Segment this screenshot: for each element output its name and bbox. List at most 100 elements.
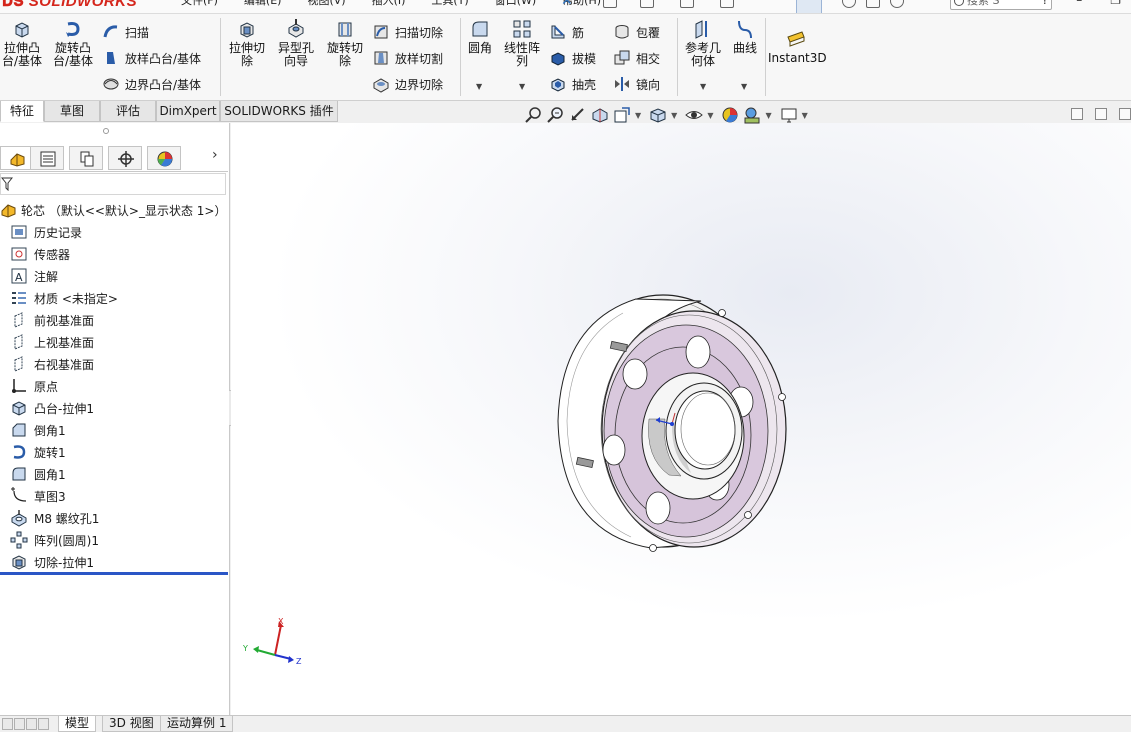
linear-pattern-button[interactable]: 线性阵 列 [500,18,544,68]
menu-view[interactable]: 视图(V) [294,0,358,8]
sweep-button[interactable]: 扫描 [102,22,149,42]
restore-button[interactable]: ❐ [1110,0,1121,7]
boundary-boss-button[interactable]: 边界凸台/基体 [102,74,201,94]
tab-evaluate[interactable]: 评估 [100,101,156,122]
tab-3d-view[interactable]: 3D 视图 [102,716,161,732]
tree-item-sketch3[interactable]: 草图3 [10,485,118,507]
draft-button[interactable]: 拔模 [549,48,596,68]
hide-show-dropdown-icon[interactable]: ▼ [707,111,713,120]
tree-item-m8-tapped-hole1[interactable]: M8 螺纹孔1 [10,507,118,529]
tree-root-part[interactable]: 轮芯 （默认<<默认>_显示状态 1>） [0,201,226,219]
view-orientation-icon[interactable] [649,106,667,124]
revolve-cut-button[interactable]: 旋转切 除 [322,18,368,68]
print-icon[interactable] [720,0,734,8]
fillet-button[interactable]: 圆角 [464,18,496,55]
tree-item-annotations[interactable]: A 注解 [10,265,118,287]
tree-item-top-plane[interactable]: 上视基准面 [10,331,118,353]
viewport-forward-icon[interactable] [1095,108,1107,120]
prev-tab-icon[interactable] [14,718,25,730]
menu-tools[interactable]: 工具(T) [418,0,481,8]
edit-appearance-icon[interactable] [721,106,739,124]
save-icon[interactable] [680,0,694,8]
boundary-cut-button[interactable]: 边界切除 [372,74,443,94]
lofted-cut-button[interactable]: 放样切割 [372,48,443,68]
last-tab-icon[interactable] [38,718,49,730]
previous-view-icon[interactable] [569,106,587,124]
loft-boss-button[interactable]: 放样凸台/基体 [102,48,201,68]
reference-dropdown-icon[interactable]: ▼ [700,82,706,91]
tab-configuration-manager[interactable] [69,146,103,170]
tab-sketch[interactable]: 草图 [44,101,100,122]
tree-item-material[interactable]: 材质 <未指定> [10,287,118,309]
rib-button[interactable]: 筋 [549,22,584,42]
tree-item-front-plane[interactable]: 前视基准面 [10,309,118,331]
extrude-boss-button[interactable]: 拉伸凸 台/基体 [0,18,44,68]
scene-dropdown-icon[interactable]: ▼ [765,111,771,120]
tab-solidworks-addins[interactable]: SOLIDWORKS 插件 [220,101,338,122]
menu-window[interactable]: 窗口(W) [482,0,549,8]
tree-item-right-plane[interactable]: 右视基准面 [10,353,118,375]
pane-grip-icon[interactable] [103,128,109,134]
first-tab-icon[interactable] [2,718,13,730]
tree-item-fillet1[interactable]: 圆角1 [10,463,118,485]
tab-display-manager[interactable] [147,146,181,170]
view-settings-icon[interactable] [780,106,798,124]
view-settings-dropdown-icon[interactable]: ▼ [802,111,808,120]
curves-button[interactable]: 曲线 [730,18,760,55]
tab-model[interactable]: 模型 [58,716,97,732]
mirror-button[interactable]: 镜向 [613,74,660,94]
next-tab-icon[interactable] [26,718,37,730]
curves-dropdown-icon[interactable]: ▼ [741,82,747,91]
solidworks-logo[interactable]: 𝐃𝐒 SOLIDWORKS [2,0,137,13]
tab-dimxpert-manager[interactable] [108,146,142,170]
view-orientation-dropdown-icon[interactable]: ▼ [635,111,641,120]
section-view-icon[interactable] [591,106,609,124]
chevron-right-icon[interactable]: › [212,147,218,163]
tab-property-manager[interactable] [30,146,64,170]
menu-file[interactable]: 文件(F) [168,0,231,8]
apply-scene-icon[interactable] [743,106,761,124]
swept-cut-button[interactable]: 扫描切除 [372,22,443,42]
hide-show-items-icon[interactable] [685,106,704,124]
wrap-button[interactable]: 包覆 [613,22,660,42]
options-gear-icon[interactable] [890,0,904,8]
part-model[interactable] [231,123,1131,715]
display-style-dropdown-icon[interactable]: ▼ [671,111,677,120]
tab-dimxpert[interactable]: DimXpert [156,101,220,122]
hole-wizard-button[interactable]: 异型孔 向导 [273,18,319,68]
dynamic-annotation-icon[interactable] [613,106,631,124]
select-tool-button[interactable] [796,0,822,13]
shell-button[interactable]: 抽壳 [549,74,596,94]
feature-filter-input[interactable] [0,173,226,195]
help-icon[interactable]: ? [1042,0,1048,7]
pin-icon[interactable]: ✕ [561,0,573,8]
intersect-button[interactable]: 相交 [613,48,660,68]
fillet-dropdown-icon[interactable]: ▼ [476,82,482,91]
viewport-back-icon[interactable] [1071,108,1083,120]
tree-item-circular-pattern1[interactable]: 阵列(圆周)1 [10,529,118,551]
tree-item-boss-extrude1[interactable]: 凸台-拉伸1 [10,397,118,419]
tree-item-history[interactable]: 历史记录 [10,221,118,243]
pattern-dropdown-icon[interactable]: ▼ [519,82,525,91]
rebuild-icon[interactable] [842,0,856,8]
new-document-icon[interactable] [603,0,617,8]
rollback-bar[interactable] [0,572,228,575]
open-icon[interactable] [640,0,654,8]
tree-item-origin[interactable]: 原点 [10,375,118,397]
tree-item-cut-extrude1[interactable]: 切除-拉伸1 [10,551,118,573]
tree-item-revolve1[interactable]: 旋转1 [10,441,118,463]
minimize-button[interactable]: – [1076,0,1082,7]
graphics-area[interactable]: X Y Z [231,123,1131,715]
zoom-to-fit-icon[interactable] [525,106,543,124]
tab-features[interactable]: 特征 [0,101,44,122]
zoom-to-area-icon[interactable] [547,106,565,124]
menu-insert[interactable]: 插入(I) [359,0,419,8]
file-properties-icon[interactable] [866,0,880,8]
tab-feature-manager[interactable] [0,146,34,170]
revolve-boss-button[interactable]: 旋转凸 台/基体 [50,18,96,68]
extrude-cut-button[interactable]: 拉伸切 除 [224,18,270,68]
search-input[interactable]: 搜索 S [950,0,1052,10]
viewport-minimize-icon[interactable] [1119,108,1131,120]
tree-item-chamfer1[interactable]: 倒角1 [10,419,118,441]
instant3d-button[interactable]: Instant3D [768,28,827,65]
